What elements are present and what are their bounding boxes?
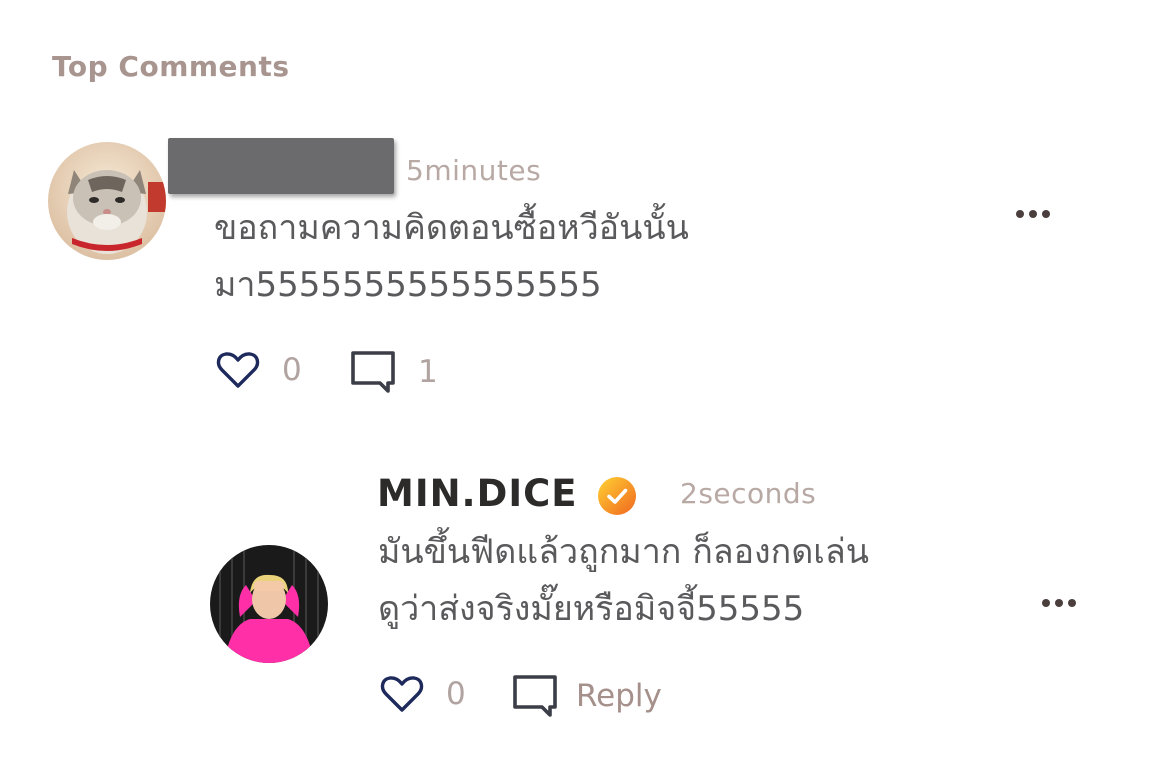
reply-button[interactable]: 1 <box>350 350 438 394</box>
comment-text-line: มันขึ้นฟีดแล้วถูกมาก ก็ลองกดเล่น <box>378 532 870 572</box>
more-options-button[interactable] <box>1042 599 1076 607</box>
verified-badge-icon <box>598 477 636 515</box>
like-count: 0 <box>446 676 466 712</box>
dot-icon <box>1016 210 1024 218</box>
comment-timestamp: 5minutes <box>406 154 542 187</box>
comment-bubble-icon <box>351 351 395 393</box>
like-button[interactable]: 0 <box>216 350 302 390</box>
redacted-author-name <box>168 138 394 194</box>
cat-avatar[interactable] <box>48 142 166 260</box>
cat-avatar-icon <box>48 142 166 260</box>
like-button[interactable]: 0 <box>380 674 466 714</box>
reply-label: Reply <box>576 678 662 714</box>
like-count: 0 <box>282 352 302 388</box>
user-avatar-icon <box>210 545 328 663</box>
comment-bubble-icon <box>513 675 557 717</box>
dot-icon <box>1068 599 1076 607</box>
dot-icon <box>1055 599 1063 607</box>
comment-text-line: มา5555555555555555 <box>214 265 602 305</box>
reply-count: 1 <box>418 354 438 390</box>
dot-icon <box>1042 599 1050 607</box>
reply-button[interactable]: Reply <box>512 674 662 718</box>
section-title: Top Comments <box>52 50 290 83</box>
heart-icon <box>380 676 424 712</box>
comment-text-line: ขอถามความคิดตอนซื้อหวีอันนั้น <box>214 208 689 248</box>
comment-text: มันขึ้นฟีดแล้วถูกมาก ก็ลองกดเล่น ดูว่าส่… <box>378 524 869 638</box>
user-avatar[interactable] <box>210 545 328 663</box>
comment-text: ขอถามความคิดตอนซื้อหวีอันนั้น มา55555555… <box>214 200 689 314</box>
comment-text-line: ดูว่าส่งจริงมั๊ยหรือมิจจี้55555 <box>378 589 805 629</box>
dot-icon <box>1042 210 1050 218</box>
dot-icon <box>1029 210 1037 218</box>
heart-icon <box>216 352 260 388</box>
comment-timestamp: 2seconds <box>680 477 817 510</box>
more-options-button[interactable] <box>1016 210 1050 218</box>
author-name[interactable]: MIN.DICE <box>377 472 578 515</box>
